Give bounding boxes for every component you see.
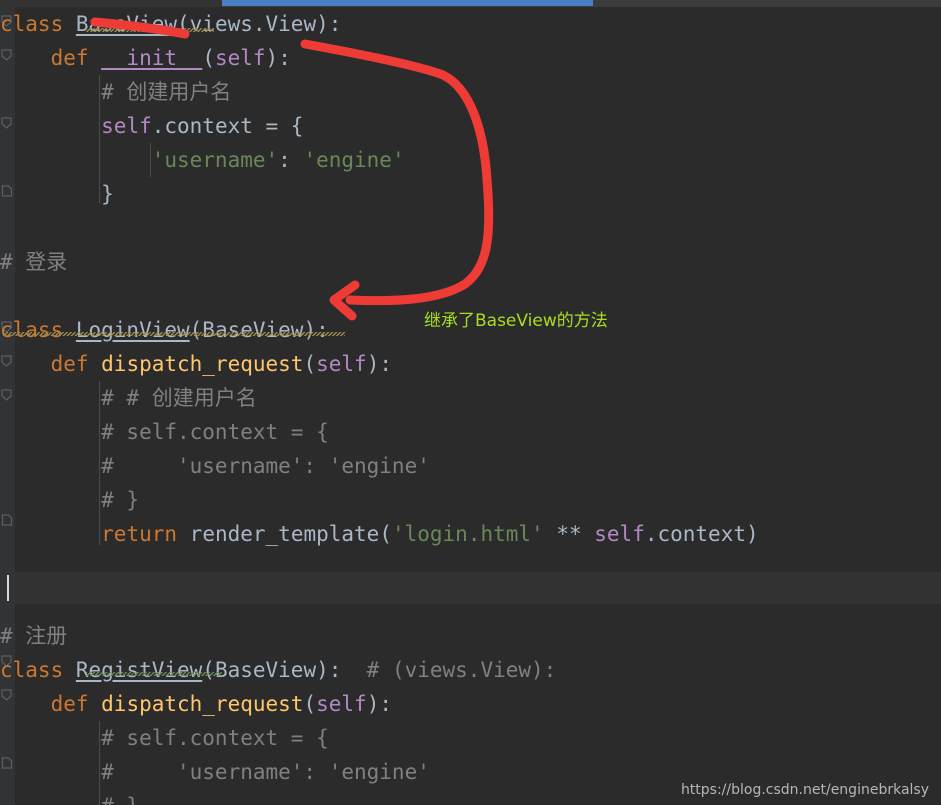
- code-line[interactable]: # 'username': 'engine': [0, 755, 430, 789]
- code-line[interactable]: return render_template('login.html' ** s…: [0, 517, 759, 551]
- watermark-url: https://blog.csdn.net/enginebrkalsy: [680, 782, 929, 798]
- code-token: # 登录: [0, 250, 68, 274]
- code-token: class: [0, 12, 76, 36]
- code-line[interactable]: # 注册: [0, 619, 67, 653]
- annotation-note-text: 继承了BaseView的方法: [424, 311, 608, 331]
- horizontal-scrollbar-thumb[interactable]: [222, 0, 593, 6]
- code-token: class: [0, 658, 76, 682]
- code-token: dispatch_request: [101, 352, 304, 376]
- code-token: __init__: [101, 46, 203, 70]
- code-line[interactable]: # }: [0, 483, 139, 517]
- code-token: # # 创建用户名: [0, 386, 257, 410]
- code-token: BaseView: [75, 12, 178, 36]
- code-token: # 'username': 'engine': [0, 760, 430, 784]
- code-token: (: [303, 352, 317, 376]
- code-line[interactable]: class RegistView(BaseView): # (views.Vie…: [0, 653, 556, 687]
- code-token: # }: [0, 488, 140, 512]
- code-token: }: [0, 182, 114, 206]
- code-line[interactable]: 'username': 'engine': [0, 143, 405, 177]
- code-token: # self.context = {: [0, 726, 329, 750]
- code-token: LoginView: [75, 318, 190, 342]
- code-line[interactable]: self.context = {: [0, 109, 303, 143]
- code-line[interactable]: class LoginView(BaseView):: [0, 313, 329, 347]
- code-line[interactable]: # 'username': 'engine': [0, 449, 430, 483]
- code-token: # 注册: [0, 624, 68, 648]
- code-token: class: [0, 318, 76, 342]
- code-line[interactable]: # # 创建用户名: [0, 381, 257, 415]
- code-token: (BaseView):: [202, 658, 342, 682]
- text-caret: [7, 575, 9, 601]
- code-token: RegistView: [75, 658, 203, 682]
- spellcheck-squiggle: [86, 672, 222, 676]
- spellcheck-squiggle: [3, 332, 345, 336]
- code-token: def: [50, 352, 102, 376]
- code-token: # 'username': 'engine': [0, 454, 430, 478]
- code-line[interactable]: # 创建用户名: [0, 75, 231, 109]
- annotation-arrowhead: [329, 280, 360, 321]
- code-line[interactable]: class BaseView(views.View):: [0, 7, 341, 41]
- code-token: def: [50, 46, 102, 70]
- code-token: self: [594, 522, 645, 546]
- code-line[interactable]: def __init__(self):: [0, 41, 291, 75]
- code-token: (: [303, 692, 317, 716]
- code-token: **: [543, 522, 595, 546]
- code-line[interactable]: def dispatch_request(self):: [0, 687, 392, 721]
- code-token: return: [101, 522, 190, 546]
- code-editor-window: class BaseView(views.View): def __init__…: [0, 0, 941, 805]
- code-token: self: [316, 352, 367, 376]
- code-token: 'engine': [303, 148, 405, 172]
- code-token: (views.View):: [177, 12, 342, 36]
- code-token: 'login.html': [391, 522, 544, 546]
- code-line[interactable]: [0, 211, 13, 245]
- code-token: (: [202, 46, 215, 70]
- code-token: (BaseView):: [189, 318, 329, 342]
- code-token: # (views.View):: [341, 658, 557, 682]
- code-token: def: [50, 692, 102, 716]
- horizontal-scrollbar-left-region: [0, 0, 222, 7]
- code-line[interactable]: # self.context = {: [0, 415, 329, 449]
- code-token: self: [316, 692, 367, 716]
- current-line-highlight: [0, 572, 941, 604]
- code-line[interactable]: # }: [0, 789, 139, 805]
- code-token: # 创建用户名: [0, 80, 232, 104]
- code-token: ):: [265, 46, 291, 70]
- code-token: ):: [366, 692, 392, 716]
- code-token: :: [278, 148, 304, 172]
- code-token: self: [214, 46, 266, 70]
- code-line[interactable]: def dispatch_request(self):: [0, 347, 392, 381]
- code-line[interactable]: # self.context = {: [0, 721, 329, 755]
- spellcheck-squiggle: [86, 28, 214, 32]
- code-token: render_template(: [189, 522, 392, 546]
- code-line[interactable]: }: [0, 177, 114, 211]
- code-token: self: [101, 114, 152, 138]
- code-token: 'username': [151, 148, 279, 172]
- code-token: .context = {: [151, 114, 304, 138]
- code-line[interactable]: [0, 279, 13, 313]
- code-token: # self.context = {: [0, 420, 329, 444]
- code-token: dispatch_request: [101, 692, 304, 716]
- code-token: .context): [644, 522, 759, 546]
- code-line[interactable]: # 登录: [0, 245, 67, 279]
- code-token: ):: [366, 352, 392, 376]
- code-token: # }: [0, 794, 139, 805]
